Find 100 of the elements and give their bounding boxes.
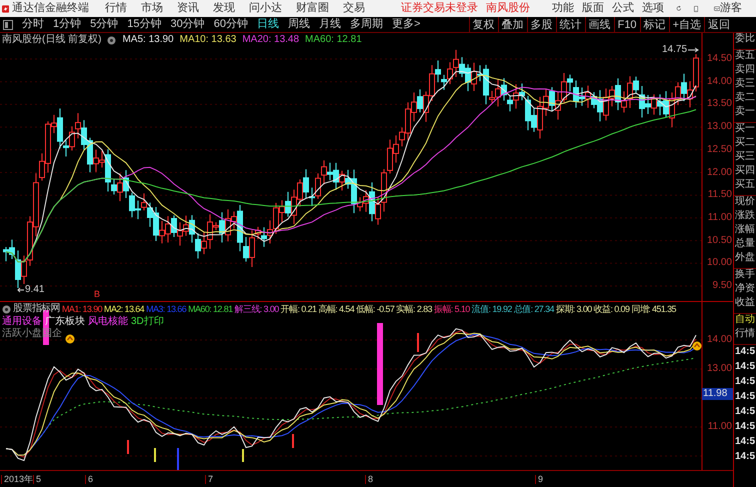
- axis-label: 13.00: [706, 122, 732, 132]
- toolbar-button[interactable]: 返回: [704, 17, 733, 33]
- user-label[interactable]: 游客: [720, 3, 742, 14]
- quote-mode-label: 自动: [734, 315, 756, 327]
- quote-label: 卖二: [734, 93, 756, 105]
- trade-time: 14:5: [734, 422, 756, 434]
- quote-label: 换手: [734, 270, 756, 282]
- low-price-label: 9.41: [25, 285, 44, 295]
- toolbar-button[interactable]: 画线: [584, 17, 614, 33]
- indicator-value: MA3: 13.66: [146, 304, 186, 314]
- quote-mode-label: 行情: [734, 329, 756, 341]
- ma-value: MA5: 13.90: [122, 35, 174, 45]
- date-label: 9: [535, 475, 544, 484]
- quote-label: 买一: [734, 124, 756, 136]
- period-tab[interactable]: 月线: [319, 19, 341, 30]
- quote-label: 卖四: [734, 65, 756, 77]
- app-title: 通达信金融终端: [12, 3, 90, 14]
- indicator-value: 收益: 0.09: [594, 304, 630, 314]
- period-tab[interactable]: 30分钟: [170, 19, 205, 30]
- menu-item[interactable]: 发现: [213, 3, 236, 14]
- indicator-value: MA60: 12.81: [188, 304, 233, 314]
- toolbar-button[interactable]: 标记: [640, 17, 669, 33]
- chart-title: 南风股份(日线 前复权): [2, 35, 102, 45]
- toolbar-button[interactable]: F10: [614, 17, 640, 33]
- date-label: 5: [33, 475, 42, 484]
- menu-item[interactable]: 交易: [343, 3, 366, 14]
- signal-marker-icon: [692, 342, 702, 350]
- menu-item[interactable]: 选项: [642, 3, 664, 14]
- quote-label: 卖三: [734, 79, 756, 91]
- ma-value: MA60: 12.81: [305, 35, 362, 45]
- quote-label: 买四: [734, 166, 756, 178]
- current-value-badge: 11.98: [702, 388, 733, 400]
- gear-icon[interactable]: [2, 304, 11, 314]
- axis-label: 14.50: [706, 54, 732, 64]
- indicator-value: 高幅: 4.54: [318, 304, 354, 314]
- indicator-value: 实幅: 2.83: [396, 304, 432, 314]
- menu-item[interactable]: 财富圈: [296, 3, 330, 14]
- period-tab[interactable]: 1分钟: [53, 19, 82, 30]
- message-icon[interactable]: [714, 4, 720, 14]
- quote-label: 涨跌: [734, 211, 756, 223]
- axis-label: 12.50: [706, 144, 732, 155]
- sector-tag: 3D打印: [131, 317, 164, 327]
- ma-value: MA20: 13.48: [242, 35, 300, 45]
- axis-label: 12.00: [706, 168, 732, 178]
- quote-label: 买三: [734, 152, 756, 164]
- axis-label: 11.00: [706, 212, 732, 223]
- quote-label: 现价: [734, 197, 756, 209]
- quote-label: 总量: [734, 239, 756, 251]
- toolbar-button[interactable]: 叠加: [498, 17, 527, 33]
- menu-item[interactable]: 问小达: [249, 3, 282, 14]
- period-tab[interactable]: 多周期: [350, 19, 383, 30]
- quote-label: 净资: [734, 284, 756, 296]
- period-tab[interactable]: 60分钟: [214, 19, 248, 30]
- toolbar-button[interactable]: 统计: [556, 17, 585, 33]
- indicator-value: 开幅: 0.21: [280, 304, 316, 314]
- menu-item[interactable]: 版面: [582, 3, 604, 14]
- date-label: 7: [205, 475, 214, 484]
- sector-tag: 风电核能: [88, 317, 128, 327]
- login-status-link[interactable]: 证券交易未登录: [401, 3, 478, 14]
- trade-time: 14:5: [734, 377, 756, 389]
- period-tab[interactable]: 5分钟: [90, 19, 118, 30]
- toolbar-button[interactable]: 多股: [526, 17, 556, 33]
- axis-label: 13.50: [706, 99, 732, 110]
- toolbar-button[interactable]: +自选: [668, 17, 704, 33]
- axis-label: 10.50: [706, 236, 732, 246]
- quote-label: 外盘: [734, 253, 756, 265]
- menu-item[interactable]: 行情: [105, 3, 128, 14]
- trade-time: 14:5: [734, 407, 756, 419]
- menu-item[interactable]: 功能: [552, 3, 574, 14]
- axis-label: 9.50: [712, 281, 732, 291]
- high-price-label: 14.75: [662, 45, 688, 55]
- menu-item[interactable]: 市场: [141, 3, 164, 14]
- date-label: 6: [85, 475, 94, 484]
- period-tab[interactable]: 15分钟: [127, 19, 162, 30]
- axis-label: 11.00: [706, 422, 732, 432]
- period-tab[interactable]: 日线: [257, 19, 279, 30]
- menu-item[interactable]: 资讯: [177, 3, 200, 14]
- trade-time: 14:5: [734, 347, 756, 359]
- trade-time: 14:5: [734, 437, 756, 449]
- arrow-icon: [687, 47, 700, 53]
- stock-name-link[interactable]: 南风股份: [486, 3, 530, 14]
- period-tab[interactable]: 更多>: [392, 19, 420, 30]
- trade-time: 14:5: [734, 392, 756, 404]
- toolbar-button[interactable]: 复权: [468, 17, 498, 33]
- gear-icon[interactable]: [107, 36, 116, 44]
- axis-label: 11.50: [706, 190, 732, 200]
- indicator-value: 总值: 27.34: [514, 304, 554, 314]
- period-tab[interactable]: 周线: [288, 19, 310, 30]
- indicator-value: 同增: 451.35: [631, 304, 676, 314]
- quote-label: 涨幅: [734, 225, 756, 237]
- menu-item[interactable]: 公式: [612, 3, 634, 14]
- quote-label: 收益: [734, 298, 756, 310]
- indicator-value: 流值: 19.92: [472, 304, 512, 314]
- quote-label: 卖一: [734, 107, 756, 119]
- ma-value: MA10: 13.63: [180, 35, 236, 45]
- period-tab[interactable]: 分时: [22, 19, 44, 30]
- quote-label: 买二: [734, 138, 756, 150]
- signal-marker-icon: [66, 334, 74, 344]
- panel-toggle-icon[interactable]: [3, 20, 13, 30]
- quote-label: 买五: [734, 180, 756, 192]
